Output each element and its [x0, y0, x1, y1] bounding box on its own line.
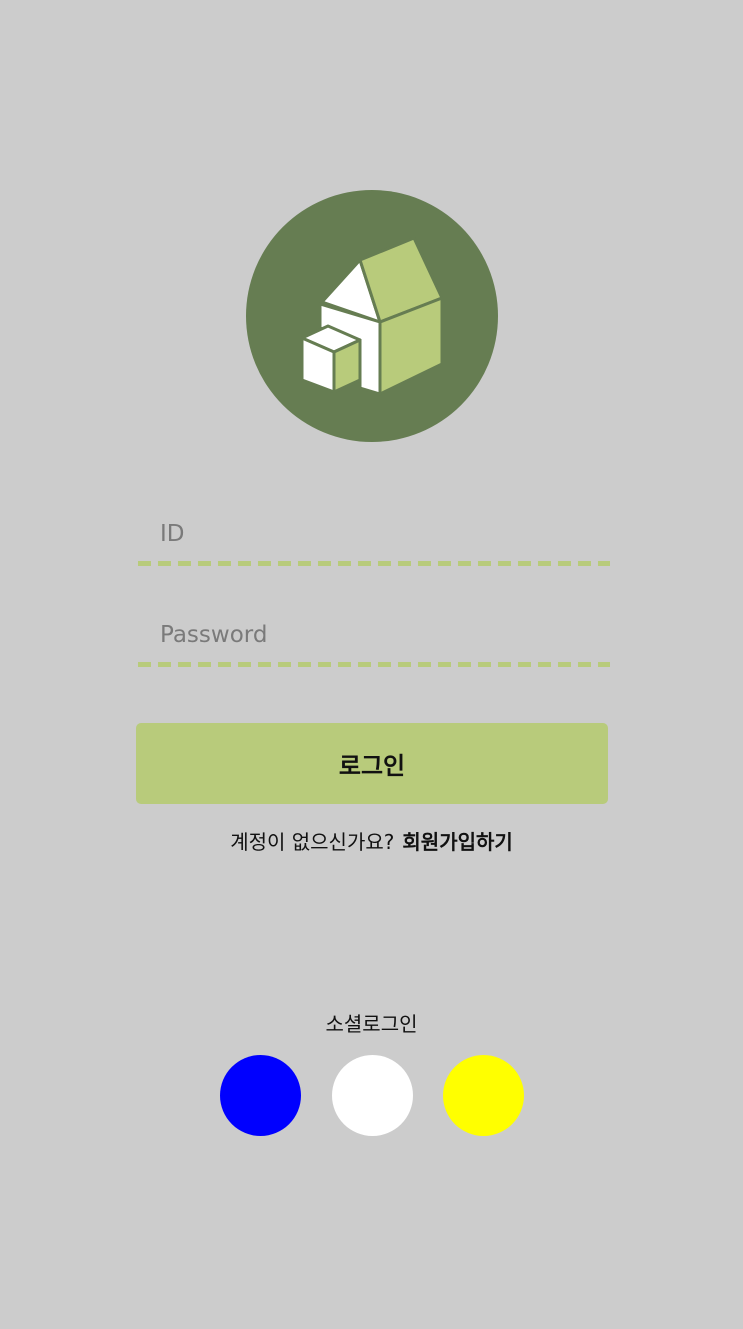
login-button[interactable]: 로그인 — [136, 723, 608, 804]
social-login-button-2[interactable] — [332, 1055, 413, 1136]
id-underline — [138, 561, 610, 566]
id-input[interactable] — [138, 510, 610, 558]
signup-link[interactable]: 회원가입하기 — [402, 830, 512, 854]
signup-row: 계정이 없으신가요? 회원가입하기 — [0, 826, 743, 855]
app-logo — [246, 190, 498, 442]
password-underline — [138, 662, 610, 667]
id-field — [138, 510, 610, 566]
social-login-button-3[interactable] — [443, 1055, 524, 1136]
social-login-button-1[interactable] — [220, 1055, 301, 1136]
social-login-title: 소셜로그인 — [325, 1012, 418, 1036]
password-field — [138, 611, 610, 667]
house-blocks-icon — [300, 236, 444, 396]
password-input[interactable] — [138, 611, 610, 659]
signup-prompt: 계정이 없으신가요? — [230, 830, 395, 854]
